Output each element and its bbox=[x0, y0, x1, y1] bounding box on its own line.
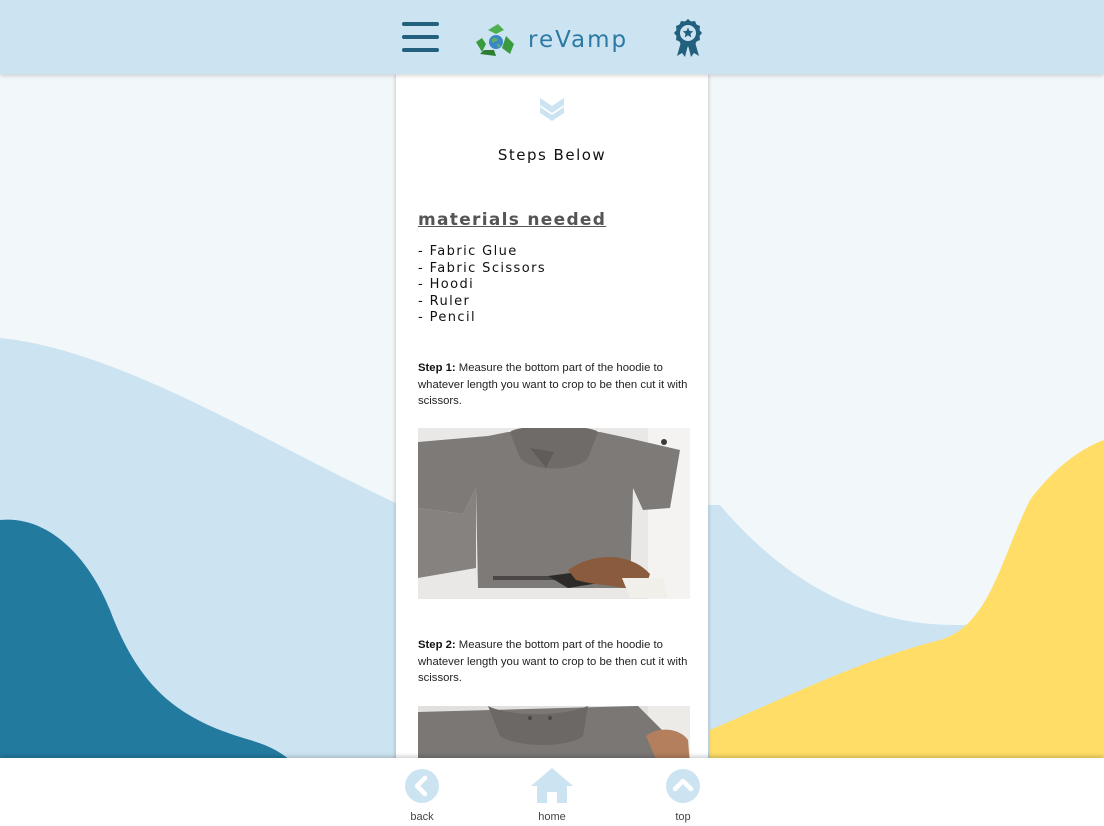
home-icon bbox=[531, 768, 573, 803]
list-item: - Fabric Scissors bbox=[418, 260, 546, 276]
app-name: reVamp bbox=[528, 27, 629, 53]
bottom-nav: back home top bbox=[0, 758, 1104, 826]
home-button[interactable]: home bbox=[522, 766, 582, 823]
step-1-text: Step 1: Measure the bottom part of the h… bbox=[418, 360, 690, 410]
double-chevron-down-icon[interactable] bbox=[538, 96, 566, 122]
recycle-globe-icon bbox=[476, 24, 514, 56]
chevron-left-circle-icon bbox=[405, 769, 439, 803]
materials-list: - Fabric Glue - Fabric Scissors - Hoodi … bbox=[418, 244, 546, 327]
list-item: - Pencil bbox=[418, 310, 477, 326]
step-1-photo bbox=[418, 428, 690, 599]
materials-title: materials needed bbox=[418, 210, 607, 230]
top-button[interactable]: top bbox=[656, 768, 710, 823]
list-item: - Ruler bbox=[418, 293, 471, 309]
step-2-label: Step 2: bbox=[418, 639, 456, 651]
chevron-up-circle-icon bbox=[666, 769, 700, 803]
step-1-description: Measure the bottom part of the hoodie to… bbox=[418, 362, 688, 408]
top-header: reVamp bbox=[0, 0, 1104, 74]
app-logo[interactable]: reVamp bbox=[474, 22, 628, 58]
back-button[interactable]: back bbox=[396, 768, 448, 823]
list-item: - Fabric Glue bbox=[418, 244, 518, 259]
step-1-label: Step 1: bbox=[418, 362, 456, 374]
content-card: Steps Below materials needed - Fabric Gl… bbox=[396, 74, 708, 764]
list-item: - Hoodi bbox=[418, 277, 475, 293]
steps-heading: Steps Below bbox=[497, 146, 607, 164]
step-2-description: Measure the bottom part of the hoodie to… bbox=[418, 639, 688, 685]
top-label: top bbox=[675, 811, 691, 823]
award-ribbon-icon[interactable] bbox=[672, 18, 704, 58]
hamburger-menu-icon[interactable] bbox=[402, 20, 440, 54]
step-2-text: Step 2: Measure the bottom part of the h… bbox=[418, 637, 690, 687]
back-label: back bbox=[410, 811, 434, 823]
home-label: home bbox=[538, 811, 566, 823]
step-2-photo bbox=[418, 706, 690, 764]
